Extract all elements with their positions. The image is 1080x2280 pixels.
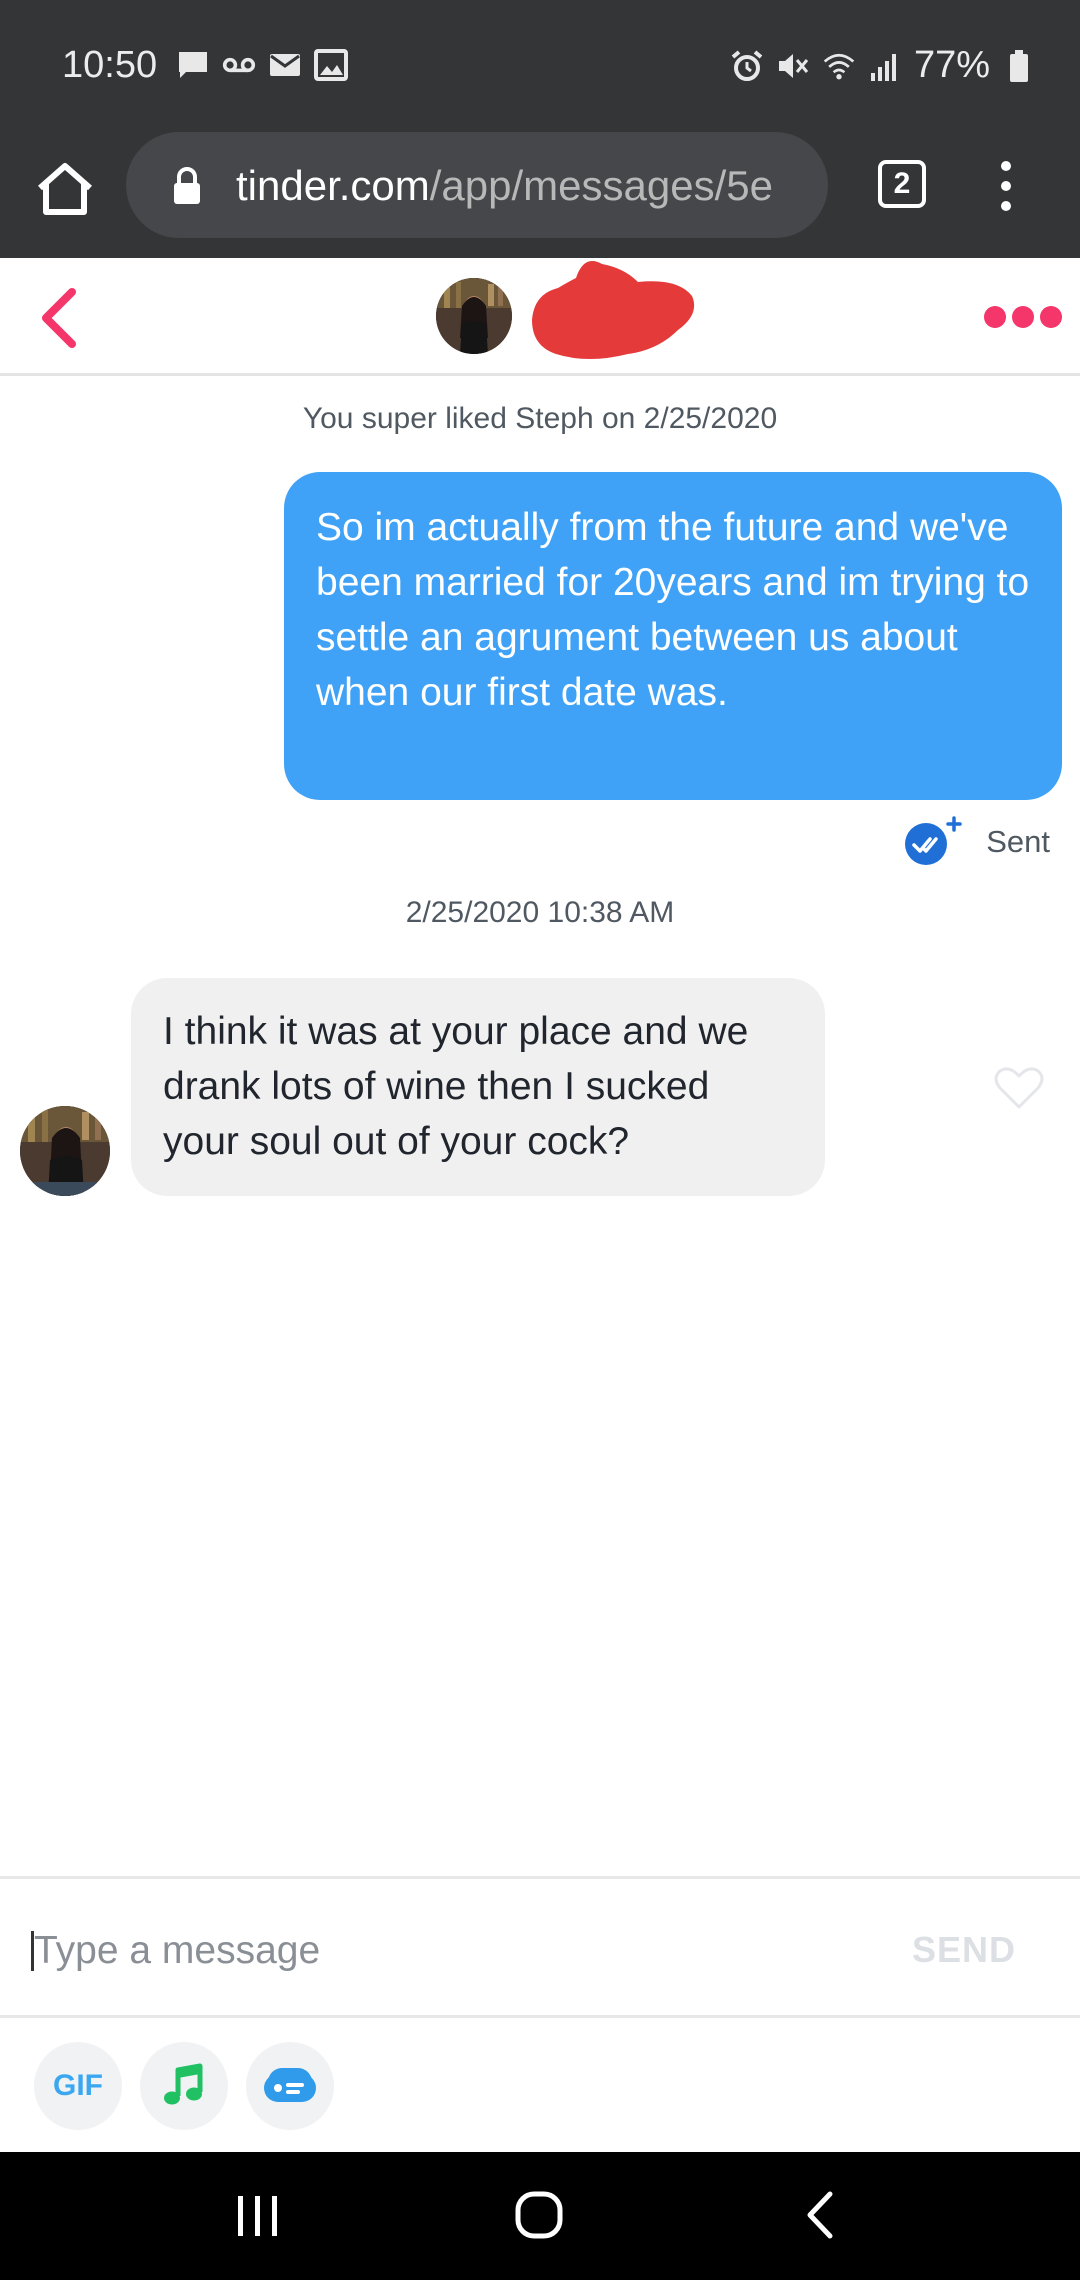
message-input[interactable] bbox=[34, 1923, 834, 1979]
voicemail-icon bbox=[222, 48, 256, 82]
match-avatar[interactable] bbox=[436, 278, 512, 354]
nav-home-button[interactable] bbox=[514, 2190, 564, 2240]
browser-home-button[interactable] bbox=[32, 156, 98, 222]
send-button[interactable]: SEND bbox=[912, 1929, 1016, 1971]
recents-icon bbox=[238, 2196, 277, 2236]
url-host: tinder.com bbox=[236, 162, 430, 209]
system-nav-bar bbox=[0, 2152, 1080, 2280]
status-time: 10:50 bbox=[62, 44, 158, 86]
battery-percent: 77% bbox=[913, 44, 990, 86]
gif-label: GIF bbox=[53, 2069, 103, 2102]
mute-icon bbox=[776, 49, 810, 83]
music-note-icon bbox=[164, 2063, 203, 2105]
delivery-status: Sent bbox=[902, 816, 1050, 868]
sent-label: Sent bbox=[986, 824, 1050, 859]
browser-toolbar: tinder.com/app/messages/5e 2 bbox=[0, 130, 1080, 258]
address-bar[interactable]: tinder.com/app/messages/5e bbox=[126, 132, 828, 238]
lock-icon bbox=[174, 167, 200, 204]
incoming-message[interactable]: I think it was at your place and we dran… bbox=[131, 978, 825, 1196]
system-status: 77% bbox=[730, 44, 1036, 87]
more-options-button[interactable] bbox=[984, 306, 1064, 330]
nav-back-button[interactable] bbox=[802, 2190, 836, 2240]
home-icon bbox=[38, 163, 92, 215]
sticker-button[interactable] bbox=[246, 2042, 334, 2130]
mail-icon bbox=[268, 48, 302, 82]
name-redaction bbox=[532, 261, 695, 359]
recents-button[interactable] bbox=[234, 2194, 282, 2238]
alarm-icon bbox=[730, 49, 764, 83]
superlike-note: You super liked Steph on 2/25/2020 bbox=[302, 402, 778, 435]
browser-menu-button[interactable] bbox=[990, 158, 1022, 214]
composer-tools: GIF bbox=[34, 2042, 334, 2130]
avatar-photo bbox=[436, 278, 512, 354]
kebab-menu-icon bbox=[1001, 161, 1011, 211]
chat-bubble-icon bbox=[176, 48, 210, 82]
outgoing-message[interactable]: So im actually from the future and we've… bbox=[284, 472, 1062, 800]
screen: 10:50 77% tinder.com/app/messages/5e 2 Y… bbox=[0, 0, 1080, 2280]
more-dot-icon bbox=[1040, 306, 1062, 328]
chat-header bbox=[0, 258, 1080, 376]
home-circle-icon bbox=[515, 2191, 563, 2239]
url-text: tinder.com/app/messages/5e bbox=[236, 162, 816, 210]
wifi-icon bbox=[822, 49, 856, 83]
back-button[interactable] bbox=[34, 288, 84, 348]
super-like-sent-icon bbox=[902, 816, 964, 868]
gif-button[interactable]: GIF bbox=[34, 2042, 122, 2130]
sender-avatar[interactable] bbox=[20, 1106, 110, 1196]
signal-icon bbox=[868, 49, 902, 83]
notification-icons bbox=[176, 48, 348, 82]
chevron-left-icon bbox=[807, 2191, 833, 2239]
chevron-left-icon bbox=[42, 288, 76, 348]
like-message-button[interactable] bbox=[994, 1066, 1044, 1110]
tab-switcher-button[interactable]: 2 bbox=[878, 160, 926, 208]
message-composer: SEND bbox=[0, 1876, 1080, 2018]
more-dot-icon bbox=[984, 306, 1006, 328]
heart-outline-icon bbox=[994, 1067, 1044, 1109]
url-path: /app/messages/5e bbox=[429, 162, 773, 209]
message-timestamp: 2/25/2020 10:38 AM bbox=[405, 896, 675, 929]
avatar-photo bbox=[20, 1106, 110, 1196]
music-button[interactable] bbox=[140, 2042, 228, 2130]
status-bar: 10:50 77% bbox=[0, 0, 1080, 130]
more-dot-icon bbox=[1012, 306, 1034, 328]
image-icon bbox=[314, 48, 348, 82]
battery-icon bbox=[1002, 49, 1036, 83]
sticker-card-icon bbox=[264, 2068, 316, 2102]
